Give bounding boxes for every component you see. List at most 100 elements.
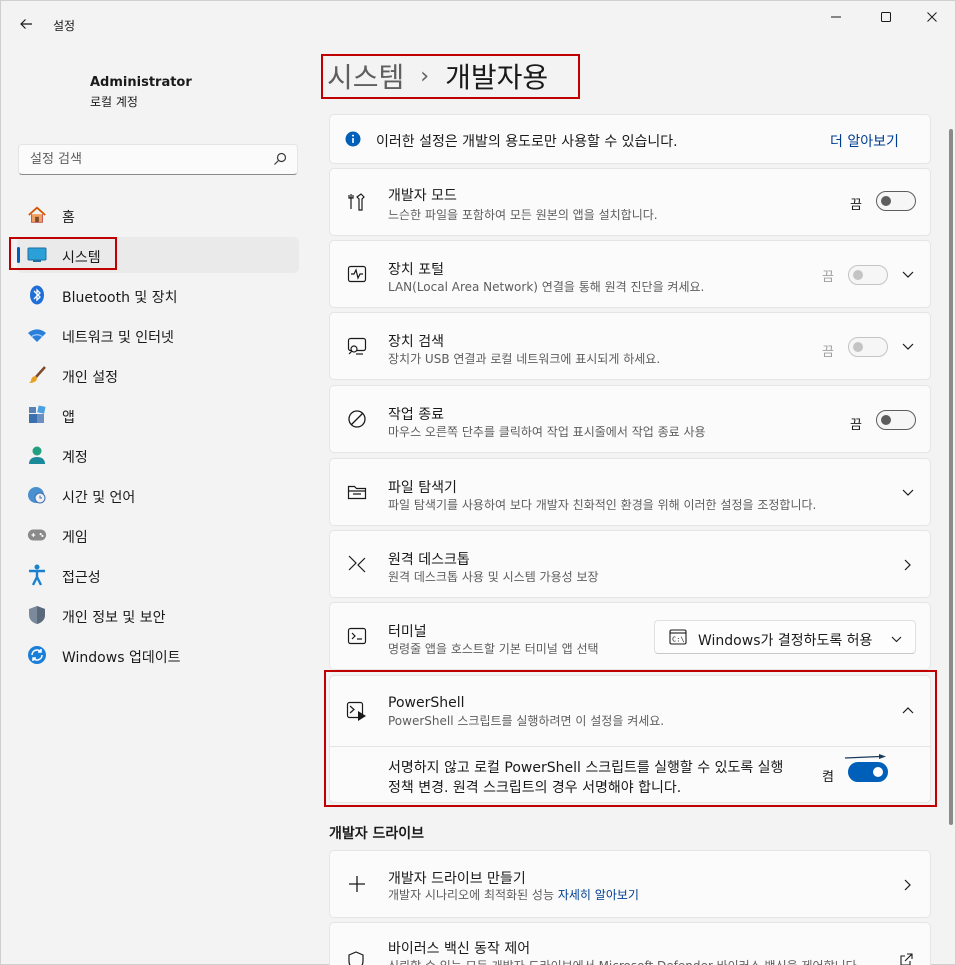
sidebar-item-label: 접근성	[62, 570, 101, 586]
minimize-button[interactable]	[813, 7, 859, 31]
profile-name: Administrator	[90, 75, 192, 90]
setting-subtitle: 느슨한 파일을 포함하여 모든 원본의 앱을 설치합니다.	[388, 208, 658, 222]
accessibility-icon	[27, 564, 47, 586]
wifi-icon	[27, 325, 47, 345]
sidebar-item-bluetooth[interactable]: Bluetooth 및 장치	[17, 277, 299, 313]
toggle-state-label: 끔	[850, 418, 862, 433]
search-icon[interactable]	[273, 152, 287, 170]
open-external-icon[interactable]	[900, 953, 913, 965]
setting-title: 터미널	[388, 624, 427, 640]
sidebar-item-gaming[interactable]: 게임	[17, 517, 299, 553]
device-portal-toggle[interactable]	[848, 265, 888, 285]
sidebar-item-label: Windows 업데이트	[62, 650, 181, 666]
developer-mode-toggle[interactable]	[876, 191, 916, 211]
setting-title: 개발자 드라이브 만들기	[388, 871, 526, 887]
setting-title: 원격 데스크톱	[388, 552, 470, 568]
app-title: 설정	[53, 19, 76, 33]
setting-title: 장치 포털	[388, 262, 444, 278]
sidebar-item-windows-update[interactable]: Windows 업데이트	[17, 637, 299, 673]
gamepad-icon	[27, 525, 47, 545]
setting-subtitle: 파일 탐색기를 사용하여 보다 개발자 친화적인 환경을 위해 이러한 설정을 …	[388, 498, 817, 512]
sidebar-item-privacy[interactable]: 개인 정보 및 보안	[17, 597, 299, 633]
setting-remote-desktop[interactable]: 원격 데스크톱 원격 데스크톱 사용 및 시스템 가용성 보장	[329, 530, 931, 598]
setting-subtitle: 명령줄 앱을 호스트할 기본 터미널 앱 선택	[388, 642, 599, 656]
sidebar-item-time-language[interactable]: 시간 및 언어	[17, 477, 299, 513]
sidebar-item-label: 계정	[62, 450, 88, 466]
device-discovery-toggle[interactable]	[848, 337, 888, 357]
setting-device-discovery[interactable]: 장치 검색 장치가 USB 연결과 로컬 네트워크에 표시되게 하세요. 끔	[329, 312, 931, 380]
sidebar-item-label: 시간 및 언어	[62, 490, 136, 506]
back-button[interactable]	[13, 13, 39, 39]
sidebar-item-label: 게임	[62, 530, 88, 546]
setting-terminal: 터미널 명령줄 앱을 호스트할 기본 터미널 앱 선택 C:\ Windows가…	[329, 602, 931, 670]
title-bar: 설정	[1, 1, 956, 47]
device-discovery-icon	[346, 335, 368, 357]
maximize-icon	[880, 11, 892, 27]
sidebar-item-label: 홈	[62, 210, 75, 226]
close-button[interactable]	[909, 7, 955, 31]
setting-title: 바이러스 백신 동작 제어	[388, 941, 531, 957]
sidebar-item-network[interactable]: 네트워크 및 인터넷	[17, 317, 299, 353]
setting-end-task[interactable]: 작업 종료 마우스 오른쪽 단추를 클릭하여 작업 표시줄에서 작업 종료 사용…	[329, 385, 931, 453]
chevron-right-icon[interactable]	[900, 557, 916, 573]
sidebar-item-label: 개인 정보 및 보안	[62, 610, 166, 626]
highlight-box-system	[9, 237, 117, 270]
info-text: 이러한 설정은 개발의 용도로만 사용할 수 있습니다.	[376, 134, 678, 150]
terminal-dropdown[interactable]: C:\ Windows가 결정하도록 허용	[654, 620, 916, 654]
developer-tools-icon	[346, 191, 368, 213]
setting-subtitle: 마우스 오른쪽 단추를 클릭하여 작업 표시줄에서 작업 종료 사용	[388, 425, 706, 439]
chevron-down-icon	[891, 631, 902, 647]
maximize-button[interactable]	[863, 7, 909, 31]
home-icon	[27, 205, 47, 225]
person-icon	[27, 445, 47, 465]
sidebar-item-home[interactable]: 홈	[17, 197, 299, 233]
setting-subtitle: LAN(Local Area Network) 연결을 통해 원격 진단을 켜세…	[388, 280, 705, 294]
arrow-left-icon	[19, 17, 33, 35]
learn-more-link[interactable]: 더 알아보기	[830, 131, 899, 151]
shield-icon	[27, 605, 47, 625]
setting-developer-mode[interactable]: 개발자 모드 느슨한 파일을 포함하여 모든 원본의 앱을 설치합니다. 끔	[329, 168, 931, 236]
subtitle-text: 개발자 시나리오에 최적화된 성능	[388, 888, 555, 902]
avatar	[17, 59, 77, 119]
sidebar-item-apps[interactable]: 앱	[17, 397, 299, 433]
apps-icon	[27, 405, 47, 425]
search-input[interactable]	[19, 145, 259, 174]
end-task-toggle[interactable]	[876, 410, 916, 430]
shield-outline-icon	[347, 951, 365, 965]
sidebar-item-accessibility[interactable]: 접근성	[17, 557, 299, 593]
close-icon	[926, 11, 938, 27]
setting-subtitle: 신뢰할 수 있는 모든 개발자 드라이브에서 Microsoft Defende…	[388, 957, 861, 965]
svg-text:C:\: C:\	[672, 636, 685, 644]
toggle-state-label: 끔	[850, 198, 862, 213]
brush-icon	[27, 365, 47, 385]
profile-account-type: 로컬 계정	[90, 95, 138, 109]
learn-more-link[interactable]: 자세히 알아보기	[558, 888, 639, 902]
chevron-down-icon[interactable]	[900, 267, 916, 283]
setting-create-dev-drive[interactable]: 개발자 드라이브 만들기 개발자 시나리오에 최적화된 성능 자세히 알아보기	[329, 850, 931, 918]
setting-title: 개발자 모드	[388, 188, 457, 204]
setting-device-portal[interactable]: 장치 포털 LAN(Local Area Network) 연결을 통해 원격 …	[329, 240, 931, 308]
chevron-down-icon[interactable]	[900, 485, 916, 501]
chevron-right-icon[interactable]	[900, 877, 916, 893]
setting-title: 작업 종료	[388, 407, 444, 423]
setting-subtitle: 개발자 시나리오에 최적화된 성능 자세히 알아보기	[388, 886, 639, 903]
section-title-dev-drive: 개발자 드라이브	[329, 826, 425, 842]
setting-subtitle: 원격 데스크톱 사용 및 시스템 가용성 보장	[388, 570, 599, 584]
sidebar-item-personalization[interactable]: 개인 설정	[17, 357, 299, 393]
sidebar-item-accounts[interactable]: 계정	[17, 437, 299, 473]
highlight-box-powershell	[324, 670, 937, 807]
windows-update-icon	[27, 645, 47, 665]
sidebar-item-label: 네트워크 및 인터넷	[62, 330, 174, 346]
setting-file-explorer[interactable]: 파일 탐색기 파일 탐색기를 사용하여 보다 개발자 친화적인 환경을 위해 이…	[329, 458, 931, 526]
search-box	[18, 144, 298, 175]
end-task-icon	[346, 408, 368, 430]
scrollbar[interactable]	[949, 129, 953, 825]
setting-antivirus-control[interactable]: 바이러스 백신 동작 제어 신뢰할 수 있는 모든 개발자 드라이브에서 Mic…	[329, 922, 931, 965]
sidebar-item-label: 개인 설정	[62, 370, 118, 386]
toggle-state-label: 끔	[822, 270, 834, 285]
bluetooth-icon	[27, 285, 47, 305]
toggle-state-label: 끔	[822, 345, 834, 360]
chevron-down-icon[interactable]	[900, 339, 916, 355]
folder-icon	[346, 481, 368, 503]
info-bar: 이러한 설정은 개발의 용도로만 사용할 수 있습니다. 더 알아보기	[329, 114, 931, 164]
